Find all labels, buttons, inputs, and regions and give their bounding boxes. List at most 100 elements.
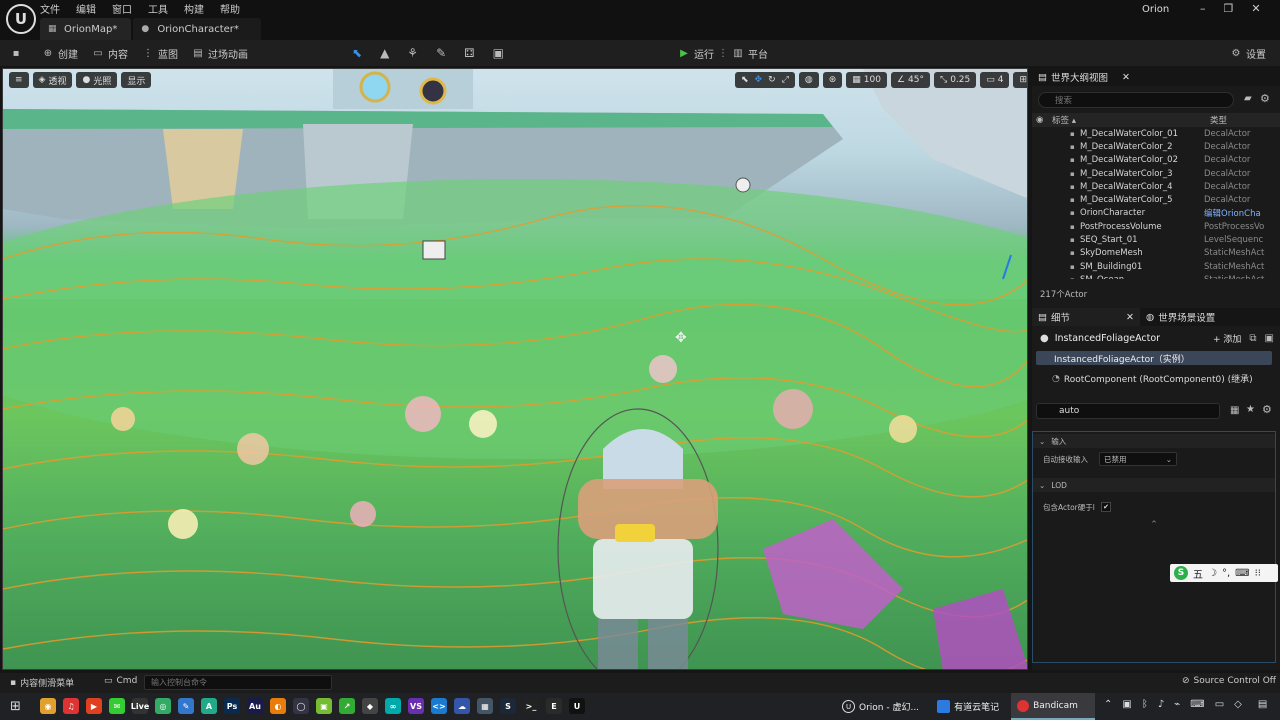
outliner-row[interactable]: ▪ M_DecalWaterColor_2 DecalActor [1032, 140, 1280, 153]
outliner-row[interactable]: ▪ OrionCharacter 编辑OrionCha [1032, 207, 1280, 220]
photoshop-icon[interactable]: Ps [224, 698, 240, 714]
include-actor-checkbox[interactable]: ✔ [1101, 502, 1111, 512]
perspective-button[interactable]: ◈ 透视 [32, 72, 73, 88]
details-search-input[interactable]: auto [1036, 403, 1220, 419]
grid-snap-button[interactable]: ▦ 100 [846, 72, 887, 88]
tab-details[interactable]: ▤ 细节 ✕ [1032, 308, 1140, 326]
viewport-menu-button[interactable]: ≡ [9, 72, 29, 88]
visual-studio-icon[interactable]: VS [408, 698, 424, 714]
steam-icon[interactable]: S [500, 698, 516, 714]
menu-file[interactable]: 文件 [40, 1, 60, 16]
console-command-input[interactable] [144, 675, 332, 690]
tray-network-icon[interactable]: ⌁ [1174, 699, 1180, 710]
tray-bluetooth-icon[interactable]: ᛒ [1142, 699, 1148, 710]
wechat-icon[interactable]: ✉ [109, 698, 125, 714]
actor-type[interactable]: 编辑OrionCha [1204, 207, 1274, 219]
outliner-row[interactable]: ▪ PostProcessVolume PostProcessVo [1032, 220, 1280, 233]
show-button[interactable]: 显示 [121, 72, 152, 88]
red-app-icon[interactable]: ▶ [86, 698, 102, 714]
content-drawer-button[interactable]: ▪ 内容侧滑菜单 [10, 676, 74, 690]
menu-tools[interactable]: 工具 [148, 1, 168, 16]
taskbar-window-orion[interactable]: U Orion - 虚幻... [836, 693, 925, 720]
outliner-row[interactable]: ▪ M_DecalWaterColor_3 DecalActor [1032, 167, 1280, 180]
visibility-icon[interactable]: ◉ [1036, 115, 1052, 125]
audition-icon[interactable]: Au [247, 698, 263, 714]
menu-help[interactable]: 帮助 [220, 1, 240, 16]
minimize-button[interactable]: – [1200, 2, 1206, 15]
outliner-row[interactable]: ▪ M_DecalWaterColor_5 DecalActor [1032, 193, 1280, 206]
notification-icon[interactable]: ▤ [1258, 699, 1267, 710]
share-icon[interactable]: ↗ [339, 698, 355, 714]
component-item-root[interactable]: ◔ RootComponent (RootComponent0) (继承) [1052, 372, 1253, 386]
component-item-selected[interactable]: InstancedFoliageActor（实例） [1036, 351, 1272, 365]
menu-edit[interactable]: 编辑 [76, 1, 96, 16]
more-options-icon[interactable]: ⋮ [718, 48, 728, 59]
blueprint-button[interactable]: ⋮ 蓝图 [142, 40, 178, 66]
punctuation-icon[interactable]: °, [1222, 568, 1230, 579]
column-type[interactable]: 类型 [1210, 114, 1227, 126]
moon-icon[interactable]: ☽ [1208, 568, 1217, 579]
taskbar-window-youdao[interactable]: 有道云笔记 [931, 693, 1005, 720]
select-icon[interactable]: ⬉ [741, 75, 749, 85]
landscape-mode-icon[interactable]: ▲ [380, 46, 389, 60]
calculator-icon[interactable]: ▦ [477, 698, 493, 714]
menu-window[interactable]: 窗口 [112, 1, 132, 16]
outliner-search-input[interactable] [1038, 92, 1234, 108]
foliage-mode-icon[interactable]: ⚘ [407, 46, 418, 60]
platform-button[interactable]: ▥ 平台 [732, 40, 768, 66]
surface-snap-toggle[interactable]: ⊛ [822, 72, 843, 88]
live-icon[interactable]: Live [131, 698, 149, 714]
cloud-icon[interactable]: ☁ [454, 698, 470, 714]
translate-icon[interactable]: ✥ [755, 75, 763, 85]
collapse-arrow-icon[interactable]: ⌃ [1033, 520, 1275, 530]
blueprint-icon[interactable]: ⧉ [1249, 333, 1256, 344]
tray-security-icon[interactable]: ◇ [1234, 699, 1242, 710]
git-icon[interactable]: ◆ [362, 698, 378, 714]
lighting-button[interactable]: ● 光照 [76, 72, 118, 88]
outliner-row[interactable]: ▪ M_DecalWaterColor_4 DecalActor [1032, 180, 1280, 193]
outliner-row[interactable]: ▪ M_DecalWaterColor_02 DecalActor [1032, 154, 1280, 167]
obs-icon[interactable]: ◯ [293, 698, 309, 714]
column-label[interactable]: 标签 ▴ [1052, 114, 1210, 126]
play-button[interactable]: ▶ 运行 ⋮ [678, 40, 728, 66]
outliner-row[interactable]: ▪ M_DecalWaterColor_01 DecalActor [1032, 127, 1280, 140]
green-app-icon[interactable]: ▣ [316, 698, 332, 714]
lock-icon[interactable]: ▣ [1265, 333, 1274, 344]
tab-world-settings[interactable]: ◍ 世界场景设置 [1140, 308, 1221, 326]
source-control-button[interactable]: ⊘ Source Control Off [1182, 676, 1276, 686]
section-input[interactable]: ⌄ 输入 [1033, 434, 1275, 448]
terminal-icon[interactable]: >_ [523, 698, 539, 714]
camera-speed-button[interactable]: ▭ 4 [980, 72, 1010, 88]
save-button[interactable]: ▪ [10, 40, 22, 66]
outliner-row[interactable]: ▪ SEQ_Start_01 LevelSequenc [1032, 233, 1280, 246]
tab-orion-map[interactable]: ▦ OrionMap* [40, 18, 132, 40]
star-icon[interactable]: ★ [1246, 404, 1255, 415]
cinematics-button[interactable]: ▤ 过场动画 [192, 40, 248, 66]
windows-start-icon[interactable]: ⊞ [10, 699, 21, 714]
create-button[interactable]: ⊕ 创建 [42, 40, 78, 66]
grid-menu-icon[interactable]: ⁝⁝ [1255, 568, 1261, 579]
arduino-icon[interactable]: ∞ [385, 698, 401, 714]
blender-icon[interactable]: ◐ [270, 698, 286, 714]
taskbar-window-bandicam[interactable]: Bandicam [1011, 693, 1096, 720]
gear-icon[interactable]: ⚙ [1262, 403, 1272, 416]
ime-mode[interactable]: 五 [1193, 566, 1203, 581]
sogou-logo-icon[interactable]: S [1174, 566, 1188, 580]
table-view-icon[interactable]: ▦ [1230, 405, 1239, 416]
epic-icon[interactable]: E [546, 698, 562, 714]
tray-app-icon[interactable]: ▣ [1122, 699, 1131, 710]
outliner-row[interactable]: ▪ SkyDomeMesh StaticMeshAct [1032, 247, 1280, 260]
close-icon[interactable]: ✕ [1126, 312, 1134, 323]
tray-battery-icon[interactable]: ▭ [1215, 699, 1224, 710]
arch-icon[interactable]: A [201, 698, 217, 714]
outliner-row[interactable]: ▪ SM_Building01 StaticMeshAct [1032, 260, 1280, 273]
notes-icon[interactable]: ✎ [178, 698, 194, 714]
vscode-icon[interactable]: <> [431, 698, 447, 714]
add-component-button[interactable]: + 添加 [1213, 332, 1241, 345]
chrome-icon[interactable]: ◉ [40, 698, 56, 714]
outliner-row[interactable]: ▪SM_OceanStaticMeshAct [1032, 273, 1280, 279]
scale-snap-button[interactable]: ⤡ 0.25 [933, 72, 977, 88]
close-button[interactable]: ✕ [1251, 2, 1260, 15]
auto-receive-input-dropdown[interactable]: 已禁用 ⌄ [1099, 452, 1177, 466]
gear-icon[interactable]: ⚙ [1260, 92, 1270, 105]
